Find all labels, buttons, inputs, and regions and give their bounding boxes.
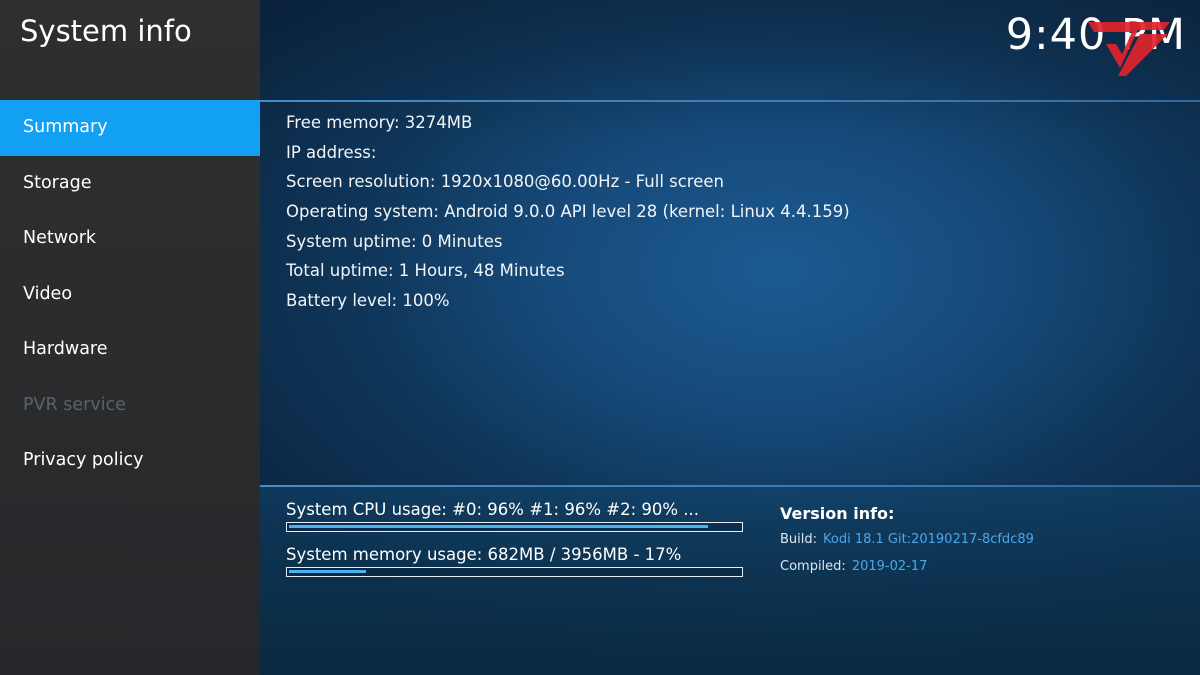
- version-info-panel: Version info: Build: Kodi 18.1 Git:201902…: [780, 503, 1180, 579]
- free-memory-line: Free memory: 3274MB: [286, 113, 473, 132]
- version-info-title: Version info:: [780, 504, 895, 523]
- sidebar-item-summary[interactable]: Summary: [0, 100, 260, 156]
- compiled-label: Compiled:: [780, 559, 846, 574]
- build-label: Build:: [780, 532, 818, 547]
- compiled-value: 2019-02-17: [851, 559, 928, 574]
- sidebar-item-hardware[interactable]: Hardware: [0, 322, 260, 378]
- screen-resolution-line: Screen resolution: 1920x1080@60.00Hz - F…: [286, 172, 724, 192]
- total-uptime-line: Total uptime: 1 Hours, 48 Minutes: [286, 261, 565, 281]
- cpu-usage-fill: [289, 525, 708, 528]
- content-top-divider: [260, 100, 1200, 102]
- cpu-usage-label: System CPU usage: #0: 96% #1: 96% #2: 90…: [286, 500, 700, 519]
- summary-info-list: Free memory: 3274MB IP address: Screen r…: [286, 108, 850, 316]
- operating-system-line: Operating system: Android 9.0.0 API leve…: [286, 202, 850, 222]
- sidebar-menu: Summary Storage Network Video Hardware P…: [0, 100, 260, 489]
- ip-address-line: IP address:: [286, 142, 377, 162]
- memory-usage-fill: [289, 570, 366, 573]
- page-title: System info: [20, 14, 192, 48]
- battery-level-line: Battery level: 100%: [286, 291, 450, 311]
- build-value: Kodi 18.1 Git:20190217-8cfdc89: [823, 532, 1034, 547]
- sidebar-item-storage[interactable]: Storage: [0, 156, 260, 212]
- memory-usage-label: System memory usage: 682MB / 3956MB - 17…: [286, 545, 682, 564]
- usage-panel: System CPU usage: #0: 96% #1: 96% #2: 90…: [286, 499, 744, 577]
- memory-usage-bar: [286, 567, 743, 577]
- compiled-row: Compiled: 2019-02-17: [780, 554, 1180, 579]
- footer-divider: [260, 485, 1200, 487]
- sidebar-item-network[interactable]: Network: [0, 211, 260, 267]
- sidebar-item-video[interactable]: Video: [0, 267, 260, 323]
- sidebar-item-pvr-service: PVR service: [23, 394, 126, 415]
- cpu-usage-bar: [286, 522, 743, 532]
- sidebar-item-privacy-policy[interactable]: Privacy policy: [0, 433, 260, 489]
- system-uptime-line: System uptime: 0 Minutes: [286, 231, 503, 251]
- build-row: Build: Kodi 18.1 Git:20190217-8cfdc89: [780, 527, 1180, 552]
- sidebar: System info Summary Storage Network Vide…: [0, 0, 260, 675]
- red-v-logo-icon: [1088, 22, 1170, 76]
